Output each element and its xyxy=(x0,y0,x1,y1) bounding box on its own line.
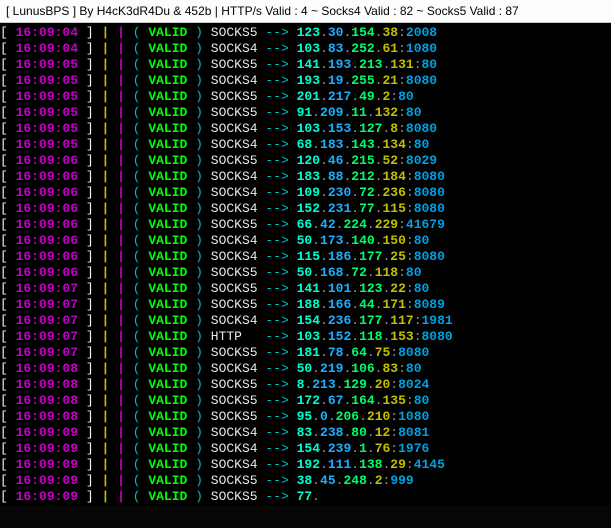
log-row: [ 16:09:08 ] | | ( VALID ) SOCKS4 --> 50… xyxy=(0,361,611,377)
window-titlebar: [ LunusBPS ] By H4cK3dR4Du & 452b | HTTP… xyxy=(0,0,611,23)
log-row: [ 16:09:06 ] | | ( VALID ) SOCKS4 --> 10… xyxy=(0,185,611,201)
log-row: [ 16:09:08 ] | | ( VALID ) SOCKS5 --> 8.… xyxy=(0,377,611,393)
log-row: [ 16:09:06 ] | | ( VALID ) SOCKS4 --> 15… xyxy=(0,201,611,217)
log-row: [ 16:09:07 ] | | ( VALID ) SOCKS5 --> 18… xyxy=(0,297,611,313)
log-row: [ 16:09:06 ] | | ( VALID ) SOCKS4 --> 18… xyxy=(0,169,611,185)
log-row: [ 16:09:07 ] | | ( VALID ) SOCKS5 --> 18… xyxy=(0,345,611,361)
log-row: [ 16:09:06 ] | | ( VALID ) SOCKS4 --> 50… xyxy=(0,233,611,249)
log-row: [ 16:09:09 ] | | ( VALID ) SOCKS5 --> 77… xyxy=(0,489,611,505)
log-row: [ 16:09:05 ] | | ( VALID ) SOCKS4 --> 19… xyxy=(0,73,611,89)
log-row: [ 16:09:06 ] | | ( VALID ) SOCKS5 --> 12… xyxy=(0,153,611,169)
log-row: [ 16:09:09 ] | | ( VALID ) SOCKS4 --> 15… xyxy=(0,441,611,457)
window-title-text: [ LunusBPS ] By H4cK3dR4Du & 452b | HTTP… xyxy=(6,4,519,18)
log-row: [ 16:09:07 ] | | ( VALID ) HTTP --> 103.… xyxy=(0,329,611,345)
log-row: [ 16:09:07 ] | | ( VALID ) SOCKS5 --> 14… xyxy=(0,281,611,297)
log-row: [ 16:09:09 ] | | ( VALID ) SOCKS5 --> 38… xyxy=(0,473,611,489)
log-row: [ 16:09:04 ] | | ( VALID ) SOCKS5 --> 12… xyxy=(0,25,611,41)
log-row: [ 16:09:07 ] | | ( VALID ) SOCKS4 --> 15… xyxy=(0,313,611,329)
log-row: [ 16:09:05 ] | | ( VALID ) SOCKS5 --> 14… xyxy=(0,57,611,73)
log-row: [ 16:09:06 ] | | ( VALID ) SOCKS5 --> 66… xyxy=(0,217,611,233)
log-row: [ 16:09:04 ] | | ( VALID ) SOCKS4 --> 10… xyxy=(0,41,611,57)
log-row: [ 16:09:05 ] | | ( VALID ) SOCKS5 --> 91… xyxy=(0,105,611,121)
log-row: [ 16:09:08 ] | | ( VALID ) SOCKS5 --> 95… xyxy=(0,409,611,425)
terminal-output: [ 16:09:04 ] | | ( VALID ) SOCKS5 --> 12… xyxy=(0,23,611,505)
log-row: [ 16:09:06 ] | | ( VALID ) SOCKS4 --> 11… xyxy=(0,249,611,265)
log-row: [ 16:09:05 ] | | ( VALID ) SOCKS4 --> 10… xyxy=(0,121,611,137)
log-row: [ 16:09:06 ] | | ( VALID ) SOCKS5 --> 50… xyxy=(0,265,611,281)
log-row: [ 16:09:08 ] | | ( VALID ) SOCKS5 --> 17… xyxy=(0,393,611,409)
log-row: [ 16:09:05 ] | | ( VALID ) SOCKS4 --> 68… xyxy=(0,137,611,153)
log-row: [ 16:09:09 ] | | ( VALID ) SOCKS4 --> 83… xyxy=(0,425,611,441)
log-row: [ 16:09:05 ] | | ( VALID ) SOCKS5 --> 20… xyxy=(0,89,611,105)
log-row: [ 16:09:09 ] | | ( VALID ) SOCKS4 --> 19… xyxy=(0,457,611,473)
